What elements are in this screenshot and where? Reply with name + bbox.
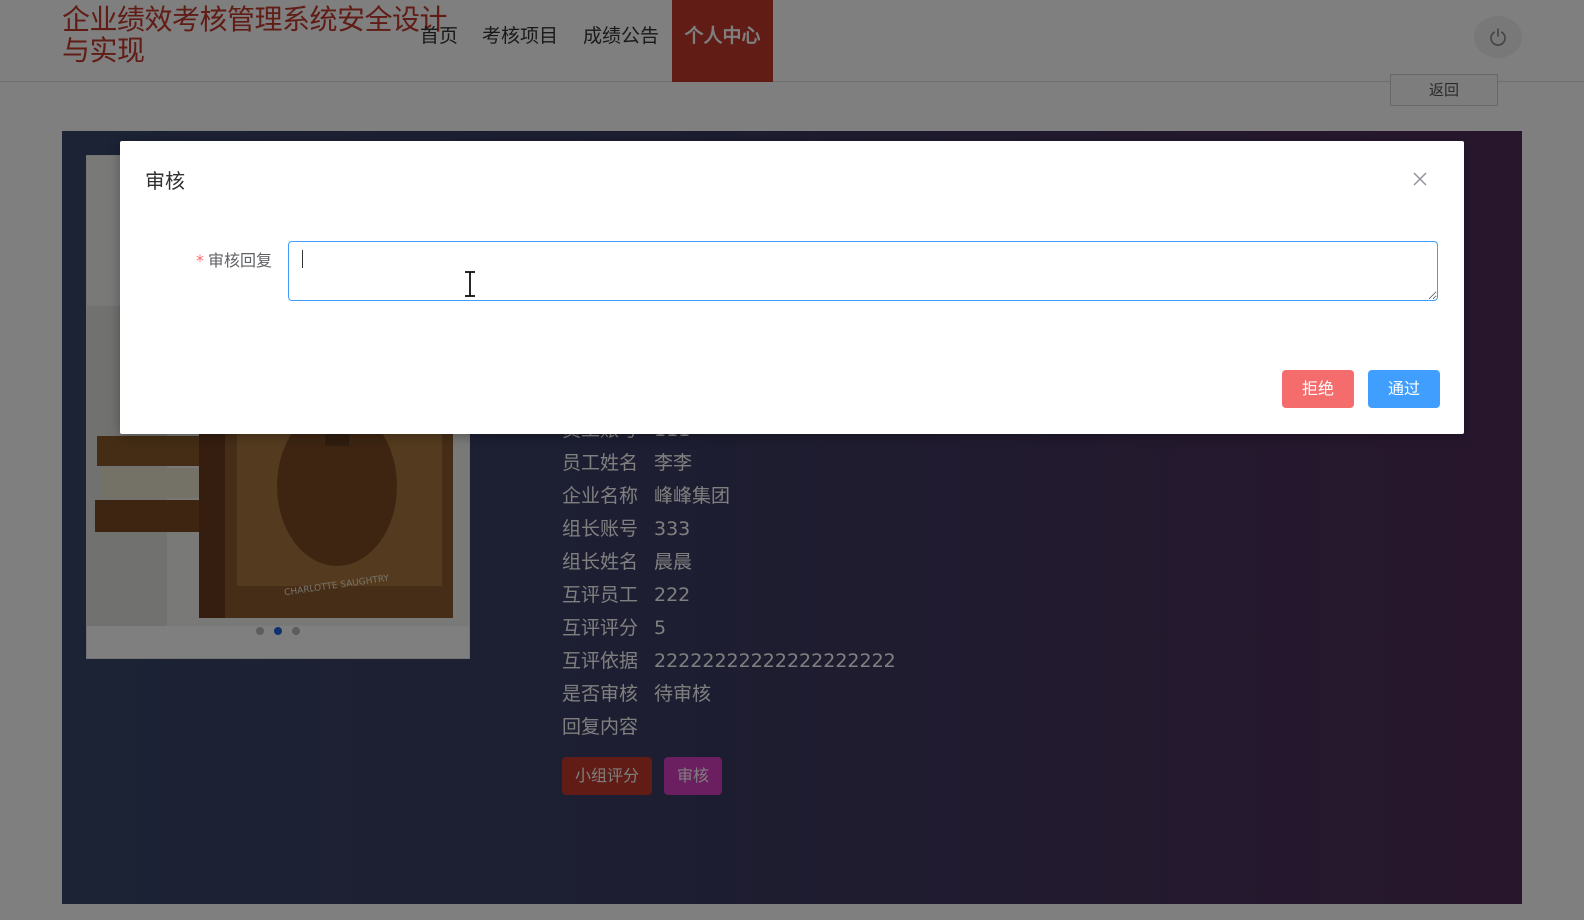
ibeam-cursor-icon — [465, 271, 475, 297]
reply-label-text: 审核回复 — [207, 251, 272, 270]
modal-overlay[interactable] — [0, 0, 1584, 920]
required-mark: * — [195, 251, 204, 270]
reject-button[interactable]: 拒绝 — [1282, 370, 1354, 408]
dialog-title: 审核 — [145, 169, 185, 193]
review-reply-input[interactable] — [288, 241, 1438, 301]
close-icon[interactable] — [1410, 169, 1430, 189]
text-caret — [302, 250, 303, 268]
review-dialog: 审核 * 审核回复 拒绝 通过 — [120, 141, 1464, 434]
reply-label: * 审核回复 — [192, 247, 272, 271]
approve-button[interactable]: 通过 — [1368, 370, 1440, 408]
